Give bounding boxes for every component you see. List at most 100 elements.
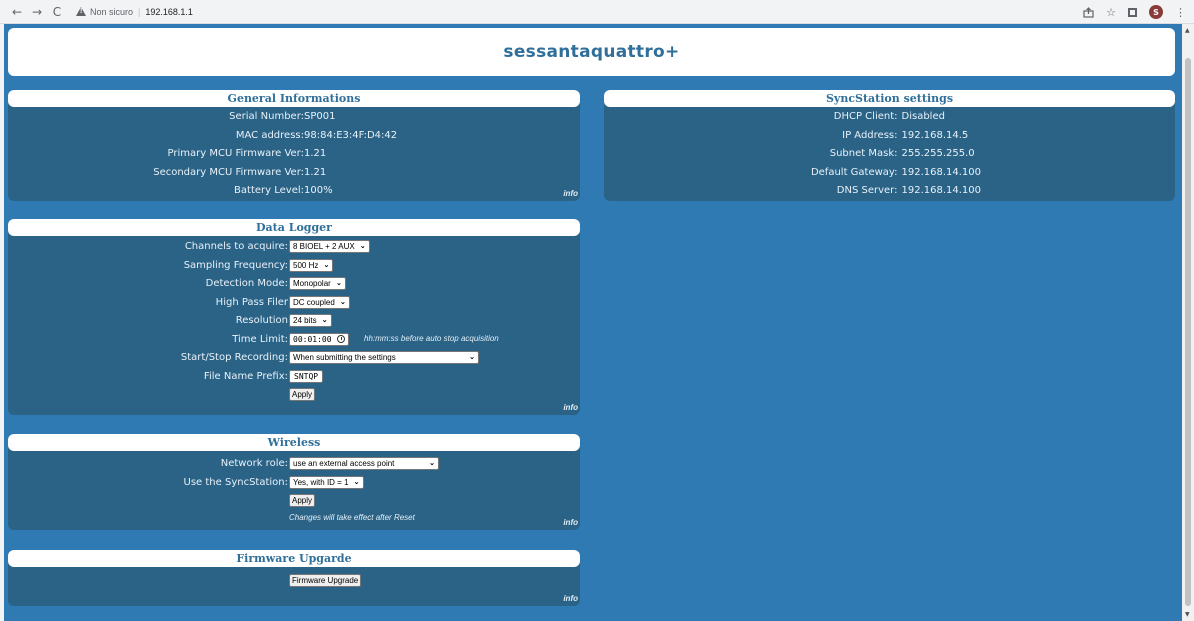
sampling-select[interactable]: 500 Hz ⌄ (289, 258, 334, 272)
title-banner: sessantaquattro+ (8, 28, 1175, 76)
chevron-down-icon: ⌄ (323, 261, 330, 269)
row-label: DNS Server: (836, 185, 898, 196)
sampling-label: Sampling Frequency: (183, 259, 288, 271)
data-logger-heading: Data Logger (8, 219, 580, 236)
sync-row-dhcp: DHCP Client: Disabled (604, 108, 1175, 127)
channels-row: Channels to acquire: 8 BIOEL + 2 AUX ⌄ (8, 238, 580, 257)
scroll-up-icon[interactable]: ▲ (1185, 27, 1190, 34)
sync-row-subnet: Subnet Mask: 255.255.255.0 (604, 145, 1175, 164)
time-limit-value: 00:01:00 (293, 334, 332, 344)
network-role-select[interactable]: use an external access point ⌄ (289, 457, 439, 470)
share-icon[interactable] (1083, 6, 1094, 18)
channels-label: Channels to acquire: (184, 241, 288, 252)
prefix-row: File Name Prefix: SNTQP (8, 368, 580, 387)
firmware-upgrade-button[interactable]: Firmware Upgrade (289, 574, 362, 587)
page-title: sessantaquattro+ (503, 42, 680, 62)
browser-toolbar: ← → C Non sicuro | 192.168.1.1 ☆ S ⋮ (0, 0, 1194, 24)
chevron-down-icon: ⌄ (359, 243, 366, 250)
row-value: 192.168.14.100 (901, 166, 982, 178)
info-row-serial: Serial Number: SP001 (8, 108, 580, 127)
info-row-secondary-fw: Secondary MCU Firmware Ver: 1.21 (8, 164, 580, 183)
channels-value: 8 BIOEL + 2 AUX (293, 242, 355, 251)
info-row-battery: Battery Level: 100% (8, 182, 580, 201)
file-prefix-value: SNTQP (294, 371, 319, 381)
row-value: 192.168.14.100 (901, 185, 982, 196)
syncstation-panel: SyncStation settings DHCP Client: Disable… (604, 90, 1175, 201)
start-stop-label: Start/Stop Recording: (180, 352, 288, 363)
row-label: Default Gateway: (810, 166, 898, 178)
logger-apply-button[interactable]: Apply (289, 388, 316, 401)
address-bar[interactable]: Non sicuro | 192.168.1.1 (76, 3, 193, 21)
row-value: SP001 (304, 111, 336, 122)
page-viewport: sessantaquattro+ General Informations Se… (4, 24, 1182, 621)
row-label: Battery Level: (234, 185, 304, 196)
resolution-value: 24 bits (293, 316, 317, 325)
info-row-primary-fw: Primary MCU Firmware Ver: 1.21 (8, 145, 580, 164)
wireless-note-row: Changes will take effect after Reset (8, 511, 580, 530)
detection-row: Detection Mode: Monopolar ⌄ (8, 275, 580, 294)
detection-select[interactable]: Monopolar ⌄ (289, 277, 346, 290)
resolution-label: Resolution (235, 315, 288, 326)
star-icon[interactable]: ☆ (1106, 6, 1116, 19)
clock-icon[interactable] (336, 334, 345, 343)
detection-value: Monopolar (293, 279, 331, 288)
chevron-down-icon: ⌄ (469, 354, 475, 361)
security-status[interactable]: Non sicuro (90, 7, 133, 17)
menu-icon[interactable]: ⋮ (1175, 6, 1186, 19)
start-stop-value: When submitting the settings (293, 353, 396, 362)
wireless-heading: Wireless (8, 434, 580, 451)
wireless-panel: Wireless Network role: use an external a… (8, 434, 580, 530)
reload-icon[interactable]: C (50, 5, 64, 19)
info-link[interactable]: info (563, 594, 578, 603)
resolution-select[interactable]: 24 bits ⌄ (289, 314, 332, 327)
row-label: Serial Number: (229, 111, 304, 122)
row-label: Subnet Mask: (829, 148, 898, 159)
network-role-row: Network role: use an external access poi… (8, 455, 580, 474)
data-logger-panel: Data Logger Channels to acquire: 8 BIOEL… (8, 219, 580, 415)
scroll-down-icon[interactable]: ▼ (1185, 611, 1190, 618)
info-link[interactable]: info (563, 518, 578, 527)
use-syncstation-select[interactable]: Yes, with ID = 1 ⌄ (289, 475, 364, 489)
scroll-thumb[interactable] (1185, 58, 1191, 606)
row-value: 1.21 (304, 166, 327, 178)
row-value: 255.255.255.0 (901, 148, 975, 159)
channels-select[interactable]: 8 BIOEL + 2 AUX ⌄ (289, 240, 370, 253)
file-prefix-input[interactable]: SNTQP (289, 369, 324, 383)
profile-avatar[interactable]: S (1149, 5, 1163, 19)
url-text[interactable]: 192.168.1.1 (145, 7, 193, 17)
info-link[interactable]: info (563, 403, 578, 412)
start-stop-row: Start/Stop Recording: When submitting th… (8, 349, 580, 368)
chevron-down-icon: ⌄ (321, 317, 328, 324)
use-syncstation-value: Yes, with ID = 1 (293, 477, 349, 487)
time-limit-row: Time Limit: 00:01:00 hh:mm:ss before aut… (8, 331, 580, 350)
use-syncstation-label: Use the SyncStation: (183, 476, 288, 488)
row-value: 192.168.14.5 (901, 129, 969, 141)
firmware-heading: Firmware Upgarde (8, 550, 580, 567)
time-limit-input[interactable]: 00:01:00 (289, 332, 349, 346)
chevron-down-icon: ⌄ (429, 460, 435, 467)
highpass-label: High Pass Filer (215, 296, 288, 308)
apply-row: Apply (8, 386, 580, 405)
info-row-mac: MAC address: 98:84:E3:4F:D4:42 (8, 127, 580, 146)
firmware-panel: Firmware Upgarde Firmware Upgrade info (8, 550, 580, 606)
row-value: 1.21 (304, 148, 327, 159)
sync-row-gateway: Default Gateway: 192.168.14.100 (604, 164, 1175, 183)
detection-label: Detection Mode: (205, 278, 288, 289)
wireless-apply-button[interactable]: Apply (289, 494, 316, 507)
info-link[interactable]: info (563, 189, 578, 198)
highpass-select[interactable]: DC coupled ⌄ (289, 295, 350, 309)
browser-actions: ☆ S ⋮ (1083, 0, 1186, 24)
warning-icon[interactable] (76, 7, 86, 16)
row-label: MAC address: (235, 129, 304, 141)
prefix-label: File Name Prefix: (203, 370, 288, 382)
forward-icon[interactable]: → (30, 5, 44, 19)
network-role-label: Network role: (220, 458, 288, 469)
sync-row-dns: DNS Server: 192.168.14.100 (604, 182, 1175, 201)
start-stop-select[interactable]: When submitting the settings ⌄ (289, 351, 479, 364)
highpass-row: High Pass Filer DC coupled ⌄ (8, 294, 580, 313)
sidebar-icon[interactable] (1128, 7, 1137, 17)
back-icon[interactable]: ← (10, 5, 24, 19)
row-value: Disabled (901, 111, 945, 122)
scrollbar[interactable]: ▲ ▼ (1182, 24, 1194, 621)
network-role-value: use an external access point (293, 459, 395, 468)
